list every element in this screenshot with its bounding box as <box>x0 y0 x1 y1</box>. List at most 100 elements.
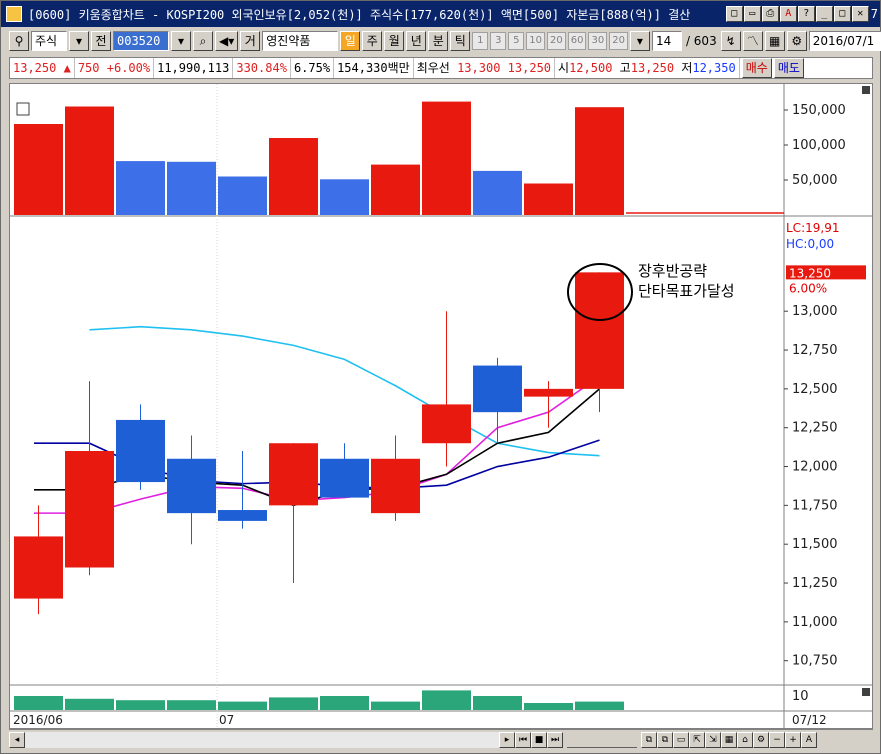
maximize-icon[interactable]: □ <box>833 6 851 22</box>
market-select[interactable]: 주식 <box>31 31 67 51</box>
quote-bar: 13,250 ▲ 750 +6.00% 11,990,113 330.84% 6… <box>9 57 873 79</box>
scroll-track[interactable] <box>25 731 499 748</box>
tab-tick[interactable]: 틱 <box>450 31 471 51</box>
count-input[interactable]: 14 <box>651 31 682 51</box>
zoom-icon-g[interactable]: ⌂ <box>737 731 753 748</box>
candle-body <box>167 458 216 514</box>
hc-label: HC:0,00 <box>786 237 834 251</box>
up-arrow-icon: ▲ <box>63 61 71 75</box>
tab-year[interactable]: 년 <box>406 31 427 51</box>
zoom-in-icon[interactable]: + <box>785 731 801 748</box>
restore-small-icon[interactable]: ▭ <box>743 6 761 22</box>
stock-name: 영진약품 <box>262 31 339 51</box>
price-tick-label: 11,250 <box>792 576 838 591</box>
toolbar: ⚲ 주식 ▾ 전 003520 ▾ ⌕ ◀▾ 거 영진약품 일 주 월 년 분 … <box>9 29 881 53</box>
scroll-left-icon[interactable]: ◂ <box>9 731 25 748</box>
font-icon[interactable]: A <box>779 6 797 22</box>
interval-30[interactable]: 30 <box>588 32 608 50</box>
date-input[interactable]: 2016/07/1 <box>808 31 881 51</box>
sub-indicator-bar <box>65 698 114 710</box>
minimize-icon[interactable]: _ <box>815 6 833 22</box>
tab-week[interactable]: 주 <box>362 31 383 51</box>
sub-indicator-bar <box>524 703 573 710</box>
candle-body <box>320 458 369 498</box>
volume-bar <box>371 164 420 215</box>
sell-button[interactable]: 매도 <box>773 58 804 78</box>
tab-month[interactable]: 월 <box>384 31 405 51</box>
candle-body <box>371 458 420 514</box>
interval-20[interactable]: 20 <box>547 32 566 50</box>
trend-icon[interactable]: 〽 <box>742 31 763 51</box>
trade-amount: 154,330백만 <box>334 58 414 78</box>
chart-tool-icon[interactable]: ↯ <box>720 31 741 51</box>
interval-dropdown-icon[interactable]: ▾ <box>629 31 650 51</box>
price-tick-label: 12,000 <box>792 460 838 475</box>
price-tick-label: 11,000 <box>792 615 838 630</box>
price-tick-label: 12,250 <box>792 421 838 436</box>
annotation-line-1: 장후반공략 <box>638 262 707 280</box>
chart-area[interactable]: 13,000 12,750 12,500 12,250 12,000 11,750 11,5… <box>9 83 873 729</box>
zoom-out-icon[interactable]: − <box>769 731 785 748</box>
tab-minute[interactable]: 분 <box>428 31 449 51</box>
zoom-icon-a[interactable]: ⧉ <box>641 731 657 748</box>
zoom-track[interactable] <box>567 732 637 748</box>
candle-body <box>575 272 624 389</box>
horizontal-scrollbar[interactable]: ◂ ▸ ⏮ ■ ⏭ ⧉ ⧉ ▭ ⇱ ⇲ ▦ ⌂ ⚙ − + A <box>9 729 873 749</box>
title-bar: [0600] 키움종합차트 - KOSPI200 외국인보유[2,052(천)]… <box>1 1 880 27</box>
sub-indicator-bar <box>422 690 471 710</box>
link-icon[interactable]: □ <box>725 6 743 22</box>
stock-code-input[interactable]: 003520 <box>113 31 169 51</box>
stop-icon[interactable]: ■ <box>531 731 547 748</box>
price-tick-label: 12,750 <box>792 343 838 358</box>
title-buttons: □ ▭ ⎙ A ? _ □ ✕ <box>725 6 869 22</box>
volume-bar <box>473 170 522 215</box>
zoom-icon-e[interactable]: ⇲ <box>705 731 721 748</box>
close-icon[interactable]: ✕ <box>851 6 869 22</box>
ohl: 시12,500 고13,250 저12,350 <box>555 58 740 78</box>
tab-day[interactable]: 일 <box>340 31 361 51</box>
zoom-icon-b[interactable]: ⧉ <box>657 731 673 748</box>
chart-svg[interactable]: 13,000 12,750 12,500 12,250 12,000 11,750 11,5… <box>10 84 872 728</box>
zoom-icon-d[interactable]: ⇱ <box>689 731 705 748</box>
market-dropdown-icon[interactable]: ▾ <box>69 31 89 51</box>
zoom-icon-h[interactable]: ⚙ <box>753 731 769 748</box>
sub-indicator-bar <box>116 700 165 710</box>
volume-bar <box>116 161 165 215</box>
volume-bar <box>269 138 318 215</box>
sub-indicator-bar <box>371 701 420 710</box>
save-icon[interactable]: ▦ <box>764 31 785 51</box>
lock-icon[interactable]: ⚲ <box>9 31 29 51</box>
limit-label: LC:19,91 <box>786 221 839 235</box>
search-icon[interactable]: ⌕ <box>193 31 213 51</box>
last-pct-label: 6.00% <box>789 281 827 295</box>
zoom-icon-f[interactable]: ▦ <box>721 731 737 748</box>
print-icon[interactable]: ⎙ <box>761 6 779 22</box>
interval-20b[interactable]: 20 <box>609 32 628 50</box>
buy-button[interactable]: 매수 <box>741 58 772 78</box>
interval-10[interactable]: 10 <box>526 32 545 50</box>
font-size-icon[interactable]: A <box>801 731 817 748</box>
first-icon[interactable]: ⏮ <box>515 731 531 748</box>
help-icon[interactable]: ? <box>797 6 815 22</box>
price-tick-label: 12,500 <box>792 382 838 397</box>
sub-indicator-bar <box>269 697 318 710</box>
zoom-icon-c[interactable]: ▭ <box>673 731 689 748</box>
turnover: 6.75% <box>291 58 335 78</box>
interval-5[interactable]: 5 <box>508 32 525 50</box>
interval-60[interactable]: 60 <box>567 32 587 50</box>
sub-indicator-bar <box>575 701 624 710</box>
interval-3[interactable]: 3 <box>490 32 507 50</box>
candle-body <box>524 388 573 397</box>
settings-gear-icon[interactable]: ⚙ <box>786 31 807 51</box>
volume-bar <box>575 107 624 215</box>
broker-button[interactable]: 거 <box>240 31 261 51</box>
app-icon <box>6 6 22 22</box>
volume-bar <box>524 183 573 215</box>
whole-button[interactable]: 전 <box>91 31 111 51</box>
candle-body <box>14 536 63 599</box>
last-icon[interactable]: ⏭ <box>547 731 563 748</box>
scroll-right-icon[interactable]: ▸ <box>499 731 515 748</box>
interval-1[interactable]: 1 <box>472 32 489 50</box>
speaker-icon[interactable]: ◀▾ <box>215 31 239 51</box>
code-dropdown-icon[interactable]: ▾ <box>171 31 191 51</box>
